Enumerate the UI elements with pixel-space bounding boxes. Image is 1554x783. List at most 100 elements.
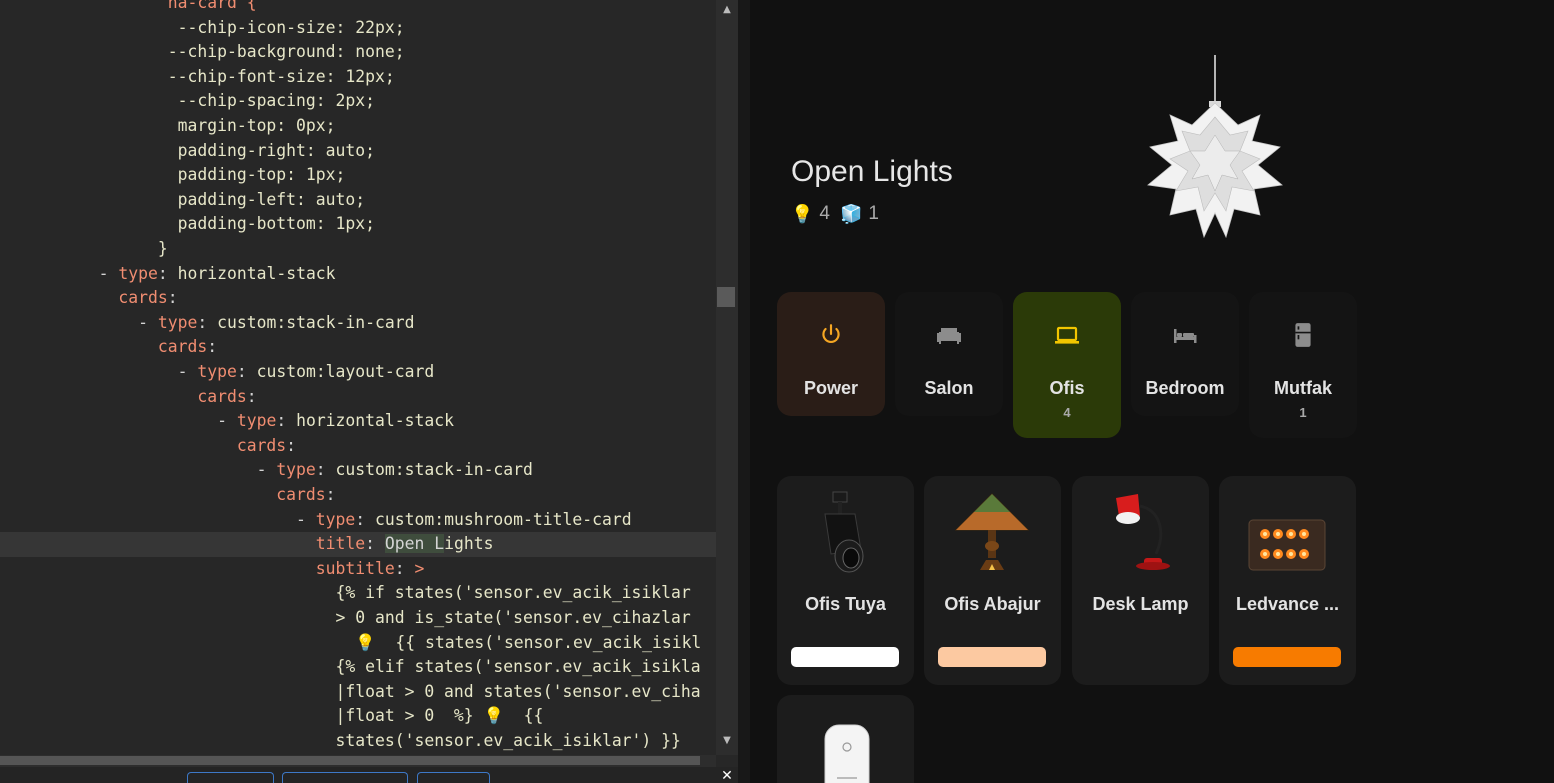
horizontal-scrollbar[interactable] (0, 755, 716, 767)
lightbulb-icon: 💡 (791, 203, 814, 224)
code-token: : (365, 534, 385, 554)
code-line[interactable]: padding-top: 1px; (0, 163, 716, 188)
code-line[interactable]: --chip-icon-size: 22px; (0, 16, 716, 41)
code-line[interactable]: --chip-spacing: 2px; (0, 89, 716, 114)
code-token: padding-bottom: 1px; (0, 214, 375, 234)
code-token: type (157, 312, 198, 332)
code-line[interactable]: cards: (0, 385, 716, 410)
code-token: custom:stack-in-card (335, 460, 533, 480)
code-line[interactable]: --chip-font-size: 12px; (0, 65, 716, 90)
mushroom-title-card: Open Lights 💡 4 🧊 1 (791, 155, 953, 225)
code-line[interactable]: padding-left: auto; (0, 188, 716, 213)
code-line[interactable]: 💡 {{ states('sensor.ev_acik_isikl (0, 631, 716, 656)
chip-salon[interactable]: Salon (895, 292, 1003, 416)
code-line[interactable]: |float > 0 and states('sensor.ev_ciha (0, 680, 716, 705)
code-token: states('sensor.ev_acik_isiklar') }} (0, 731, 681, 750)
yaml-code-area[interactable]: ha-card { --chip-icon-size: 22px; --chip… (0, 0, 716, 755)
chip-power[interactable]: Power (777, 292, 885, 416)
code-editor[interactable]: ha-card { --chip-icon-size: 22px; --chip… (0, 0, 738, 783)
light-name: Ledvance ... (1235, 594, 1340, 614)
editor-bottom-bar (0, 767, 738, 783)
code-line[interactable]: subtitle: > (0, 557, 716, 582)
code-line[interactable]: - type: custom:stack-in-card (0, 458, 716, 483)
code-token: type (276, 460, 316, 480)
light-card-desk-lamp[interactable]: Desk Lamp (1072, 476, 1209, 685)
code-token: {% if states('sensor.ev_acik_isiklar (0, 583, 691, 603)
code-token: ha-card { (0, 0, 257, 12)
bottom-tab-button[interactable] (282, 772, 408, 783)
chip-label: Salon (924, 378, 974, 398)
light-name: Ofis Tuya (805, 594, 886, 614)
code-line[interactable]: - type: custom:layout-card (0, 360, 716, 385)
chip-label: Power (803, 378, 859, 398)
code-token: - (0, 509, 316, 529)
light-card-ofis-abajur[interactable]: Ofis Abajur (924, 476, 1061, 685)
code-line[interactable]: cards: (0, 286, 716, 311)
code-line[interactable]: {% if states('sensor.ev_acik_isiklar (0, 581, 716, 606)
power-icon (777, 322, 885, 348)
chip-mutfak[interactable]: Mutfak 1 (1249, 292, 1357, 438)
code-line[interactable]: title: Open Lights (0, 532, 716, 557)
code-line[interactable]: - type: horizontal-stack (0, 409, 716, 434)
code-token: : (167, 288, 178, 308)
code-token: : (286, 435, 297, 455)
code-line[interactable]: cards: (0, 483, 716, 508)
scroll-up-arrow-icon[interactable]: ▲ (716, 2, 738, 18)
chip-label: Bedroom (1145, 378, 1225, 398)
code-line[interactable]: cards: (0, 434, 716, 459)
code-line[interactable]: } (0, 237, 716, 262)
subtitle: 💡 4 🧊 1 (791, 203, 953, 225)
bottom-tab-button[interactable] (417, 772, 490, 783)
bottom-tab-button[interactable] (187, 772, 274, 783)
code-token: > 0 and is_state('sensor.ev_cihazlar (0, 608, 691, 627)
code-token: custom:layout-card (256, 362, 435, 381)
code-token: : (246, 386, 257, 406)
chip-label: Mutfak (1274, 378, 1332, 398)
brightness-bar[interactable] (1233, 647, 1341, 667)
code-token: : (394, 558, 415, 578)
brightness-bar[interactable] (938, 647, 1046, 667)
code-token: : (157, 263, 178, 283)
scroll-down-arrow-icon[interactable]: ▼ (716, 733, 738, 749)
code-token: type (315, 509, 356, 529)
code-line[interactable]: - type: horizontal-stack (0, 262, 716, 287)
close-icon[interactable]: ✕ (718, 768, 736, 783)
vertical-scroll-thumb[interactable] (717, 287, 735, 307)
horizontal-scroll-thumb[interactable] (0, 756, 700, 765)
code-line[interactable]: |float > 0 %} 💡 {{ (0, 704, 716, 729)
code-line[interactable]: padding-right: auto; (0, 139, 716, 164)
code-line[interactable]: > 0 and is_state('sensor.ev_cihazlar (0, 606, 716, 631)
code-token: subtitle (0, 558, 395, 578)
light-card-ofis-tuya[interactable]: Ofis Tuya (777, 476, 914, 685)
code-line[interactable]: --chip-background: none; (0, 40, 716, 65)
light-card-ledvance[interactable]: Ledvance ... (1219, 476, 1356, 685)
code-line[interactable]: {% elif states('sensor.ev_acik_isikla (0, 655, 716, 680)
code-line[interactable]: margin-top: 0px; (0, 114, 716, 139)
vertical-scrollbar[interactable]: ▲ ▼ (716, 0, 738, 755)
chip-ofis[interactable]: Ofis 4 (1013, 292, 1121, 438)
light-name: Ofis Abajur (944, 594, 1041, 614)
code-line[interactable]: states('sensor.ev_acik_isiklar') }} (0, 729, 716, 754)
code-line[interactable]: - type: custom:mushroom-title-card (0, 508, 716, 533)
code-token: padding-right: auto; (0, 140, 375, 160)
splitter[interactable] (738, 0, 750, 783)
chip-bedroom[interactable]: Bedroom (1131, 292, 1239, 416)
code-token: - (0, 362, 198, 381)
code-token: cards (0, 386, 247, 406)
pendant-lamp-image (1147, 55, 1283, 239)
code-line[interactable]: cards: (0, 335, 716, 360)
tiffany-lamp-image (954, 493, 1030, 570)
desk-lamp-image (1116, 494, 1170, 570)
selected-text: Open L (384, 534, 445, 554)
code-line[interactable]: padding-bottom: 1px; (0, 212, 716, 237)
code-token: --chip-spacing: 2px; (0, 91, 375, 111)
code-token: > (414, 558, 425, 578)
code-line[interactable]: ha-card { (0, 0, 716, 16)
code-token: - (0, 263, 119, 283)
code-token: cards (0, 288, 168, 308)
light-card-smart-plug[interactable] (777, 695, 914, 783)
page-title: Open Lights (791, 155, 953, 188)
brightness-bar[interactable] (791, 647, 899, 667)
code-token: ights (444, 534, 494, 554)
code-line[interactable]: - type: custom:stack-in-card (0, 311, 716, 336)
